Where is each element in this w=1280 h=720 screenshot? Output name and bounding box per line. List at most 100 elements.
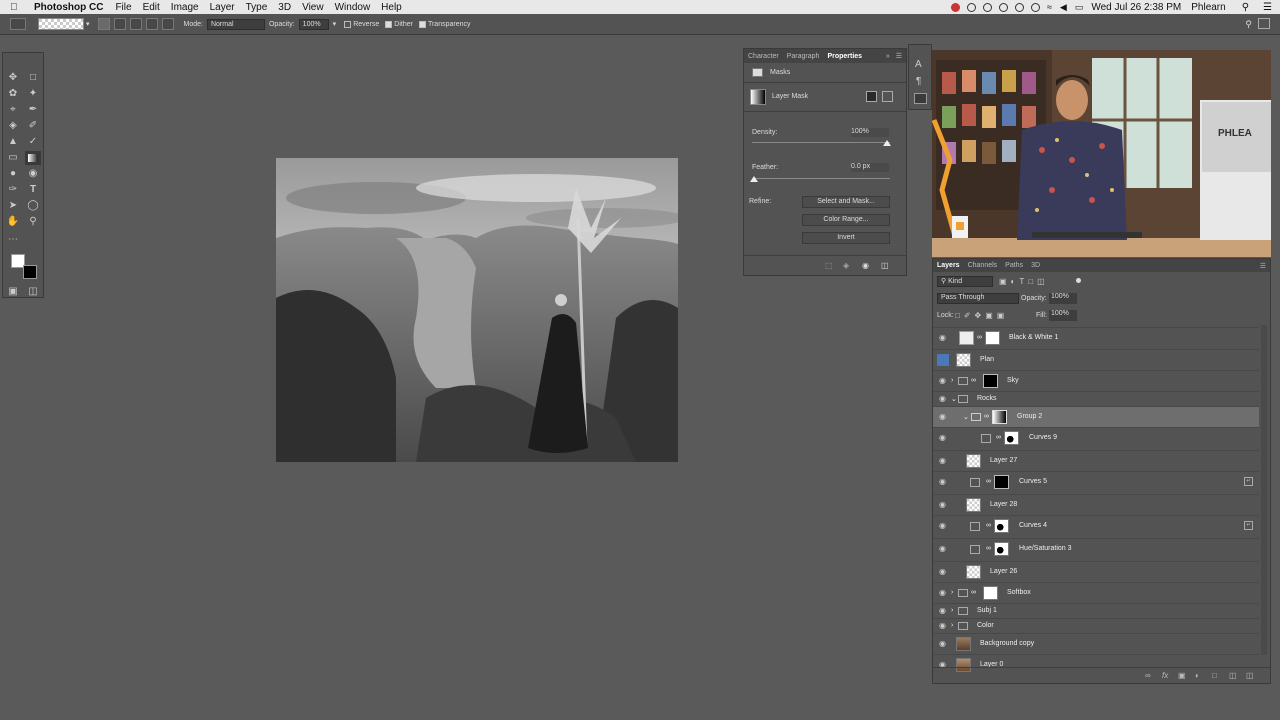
properties-panel-icon[interactable] bbox=[914, 93, 927, 104]
load-selection-icon[interactable]: ⬚ bbox=[825, 261, 833, 270]
menu-help[interactable]: Help bbox=[381, 2, 402, 13]
opacity-chevron-icon[interactable]: ▾ bbox=[333, 20, 337, 28]
layer-row[interactable]: ◉ ∞ Curves 9 bbox=[933, 427, 1259, 450]
fx-icon[interactable]: fx bbox=[1162, 671, 1168, 680]
blur-tool-icon[interactable]: ● bbox=[5, 167, 21, 181]
reflected-gradient-button[interactable] bbox=[145, 18, 158, 30]
creative-cloud-icon[interactable] bbox=[966, 2, 976, 12]
visibility-eye-icon[interactable]: ◉ bbox=[939, 568, 947, 576]
density-slider-track[interactable] bbox=[752, 142, 890, 143]
menu-image[interactable]: Image bbox=[171, 2, 199, 13]
gradient-swatch[interactable] bbox=[38, 18, 84, 30]
angle-gradient-button[interactable] bbox=[129, 18, 142, 30]
color-range-button[interactable]: Color Range... bbox=[802, 214, 890, 226]
tab-paragraph[interactable]: Paragraph bbox=[783, 53, 824, 60]
gradient-tool-icon[interactable] bbox=[25, 151, 41, 165]
blend-mode-select[interactable]: Pass Through bbox=[937, 293, 1019, 304]
background-color-swatch[interactable] bbox=[23, 265, 37, 279]
record-icon[interactable] bbox=[950, 2, 960, 12]
visibility-eye-icon[interactable]: ◉ bbox=[939, 478, 947, 486]
expand-chevron-icon[interactable]: › bbox=[951, 607, 953, 614]
clone-stamp-tool-icon[interactable]: ▲ bbox=[5, 135, 21, 149]
menu-3d[interactable]: 3D bbox=[278, 2, 291, 13]
menu-file[interactable]: File bbox=[115, 2, 131, 13]
layer-row[interactable]: ◉ ∞ Black & White 1 bbox=[933, 327, 1259, 349]
invert-button[interactable]: Invert bbox=[802, 232, 890, 244]
layers-menu-icon[interactable]: ☰ bbox=[1260, 262, 1266, 270]
visibility-eye-icon[interactable]: ◉ bbox=[939, 640, 947, 648]
layer-row[interactable]: ◉ Layer 27 bbox=[933, 450, 1259, 471]
document-canvas[interactable] bbox=[276, 158, 678, 462]
bluetooth-icon[interactable] bbox=[1030, 2, 1040, 12]
select-and-mask-button[interactable]: Select and Mask... bbox=[802, 196, 890, 208]
layer-row-selected[interactable]: ◉ ⌄ ∞ Group 2 bbox=[933, 406, 1259, 427]
layer-row[interactable]: ◉ ∞ Curves 5 ↵ bbox=[933, 471, 1259, 494]
new-layer-icon[interactable]: ◫ bbox=[1229, 671, 1237, 680]
linear-gradient-button[interactable] bbox=[97, 18, 110, 30]
tab-properties[interactable]: Properties bbox=[823, 53, 866, 60]
workspace-icon[interactable] bbox=[1258, 18, 1270, 29]
vector-mask-button[interactable] bbox=[882, 91, 893, 102]
tab-layers[interactable]: Layers bbox=[933, 262, 964, 269]
tab-paths[interactable]: Paths bbox=[1001, 262, 1027, 269]
filter-toggle-icon[interactable] bbox=[1076, 278, 1081, 283]
expand-chevron-icon[interactable]: › bbox=[951, 589, 953, 596]
visibility-eye-icon[interactable]: ◉ bbox=[939, 522, 947, 530]
user-name[interactable]: Phlearn bbox=[1191, 2, 1225, 13]
hand-tool-icon[interactable]: ✋ bbox=[5, 215, 21, 229]
search-icon[interactable]: ⚲ bbox=[1245, 19, 1252, 30]
transparency-checkbox[interactable] bbox=[418, 20, 426, 28]
add-mask-icon[interactable]: ▣ bbox=[1178, 671, 1186, 680]
tool-preset-icon[interactable] bbox=[10, 18, 26, 30]
path-selection-tool-icon[interactable]: ➤ bbox=[5, 199, 21, 213]
ellipse-tool-icon[interactable]: ◯ bbox=[25, 199, 41, 213]
layer-row[interactable]: ◉ Background copy bbox=[933, 633, 1259, 654]
crop-tool-icon[interactable]: ⌖ bbox=[5, 103, 21, 117]
lock-icons[interactable]: □✐✥▣▣ bbox=[955, 311, 1008, 320]
panel-menu-icon[interactable]: ☰ bbox=[896, 52, 902, 60]
layer-row[interactable]: ◉ › ∞ Sky bbox=[933, 370, 1259, 391]
visibility-eye-icon[interactable]: ◉ bbox=[939, 622, 947, 630]
visibility-eye-icon[interactable]: ◉ bbox=[939, 589, 947, 597]
layer-row[interactable]: ◉ Layer 26 bbox=[933, 561, 1259, 582]
history-brush-tool-icon[interactable]: ✓ bbox=[25, 135, 41, 149]
dodge-tool-icon[interactable]: ◉ bbox=[25, 167, 41, 181]
clock[interactable]: Wed Jul 26 2:38 PM bbox=[1091, 2, 1181, 13]
apple-icon[interactable]:  bbox=[10, 2, 24, 13]
filter-kind-select[interactable]: ⚲ Kind bbox=[937, 276, 993, 287]
more-tools-icon[interactable]: ⋯ bbox=[5, 233, 21, 247]
radial-gradient-button[interactable] bbox=[113, 18, 126, 30]
dropbox-icon[interactable] bbox=[998, 2, 1008, 12]
tab-3d[interactable]: 3D bbox=[1027, 262, 1044, 269]
pen-tool-icon[interactable]: ✑ bbox=[5, 183, 21, 197]
diamond-gradient-button[interactable] bbox=[161, 18, 174, 30]
quick-mask-icon[interactable]: ▣ bbox=[5, 285, 21, 299]
layer-row[interactable]: ◉ › Color bbox=[933, 618, 1259, 633]
brush-tool-icon[interactable]: ✐ bbox=[25, 119, 41, 133]
spotlight-search-icon[interactable]: ⚲ bbox=[1242, 2, 1249, 13]
collapse-panel-icon[interactable]: » bbox=[886, 53, 890, 60]
expand-chevron-icon[interactable]: › bbox=[951, 377, 953, 384]
adjustment-layer-icon[interactable]: ◐ bbox=[1195, 671, 1200, 680]
pixel-mask-button[interactable] bbox=[866, 91, 877, 102]
healing-brush-tool-icon[interactable]: ◈ bbox=[5, 119, 21, 133]
eraser-tool-icon[interactable]: ▭ bbox=[5, 151, 21, 165]
new-group-icon[interactable]: □ bbox=[1212, 671, 1217, 680]
visibility-eye-icon[interactable]: ◉ bbox=[939, 545, 947, 553]
character-panel-icon[interactable]: A bbox=[915, 59, 922, 70]
feather-slider-handle[interactable] bbox=[750, 176, 758, 182]
screen-mode-icon[interactable]: ◫ bbox=[25, 285, 41, 299]
visibility-eye-icon[interactable]: ◉ bbox=[939, 413, 947, 421]
layer-row[interactable]: ◉ ⌄ Rocks bbox=[933, 391, 1259, 406]
density-slider-handle[interactable] bbox=[883, 140, 891, 146]
apply-mask-icon[interactable]: ◈ bbox=[843, 261, 849, 270]
menu-edit[interactable]: Edit bbox=[143, 2, 160, 13]
expand-chevron-icon[interactable]: › bbox=[951, 622, 953, 629]
menu-view[interactable]: View bbox=[302, 2, 324, 13]
reverse-checkbox[interactable] bbox=[344, 20, 352, 28]
gradient-picker-chevron-icon[interactable]: ▾ bbox=[86, 20, 90, 28]
menu-type[interactable]: Type bbox=[246, 2, 268, 13]
visibility-eye-icon[interactable] bbox=[937, 354, 949, 366]
zoom-tool-icon[interactable]: ⚲ bbox=[25, 215, 41, 229]
battery-icon[interactable]: ▭ bbox=[1075, 2, 1084, 13]
